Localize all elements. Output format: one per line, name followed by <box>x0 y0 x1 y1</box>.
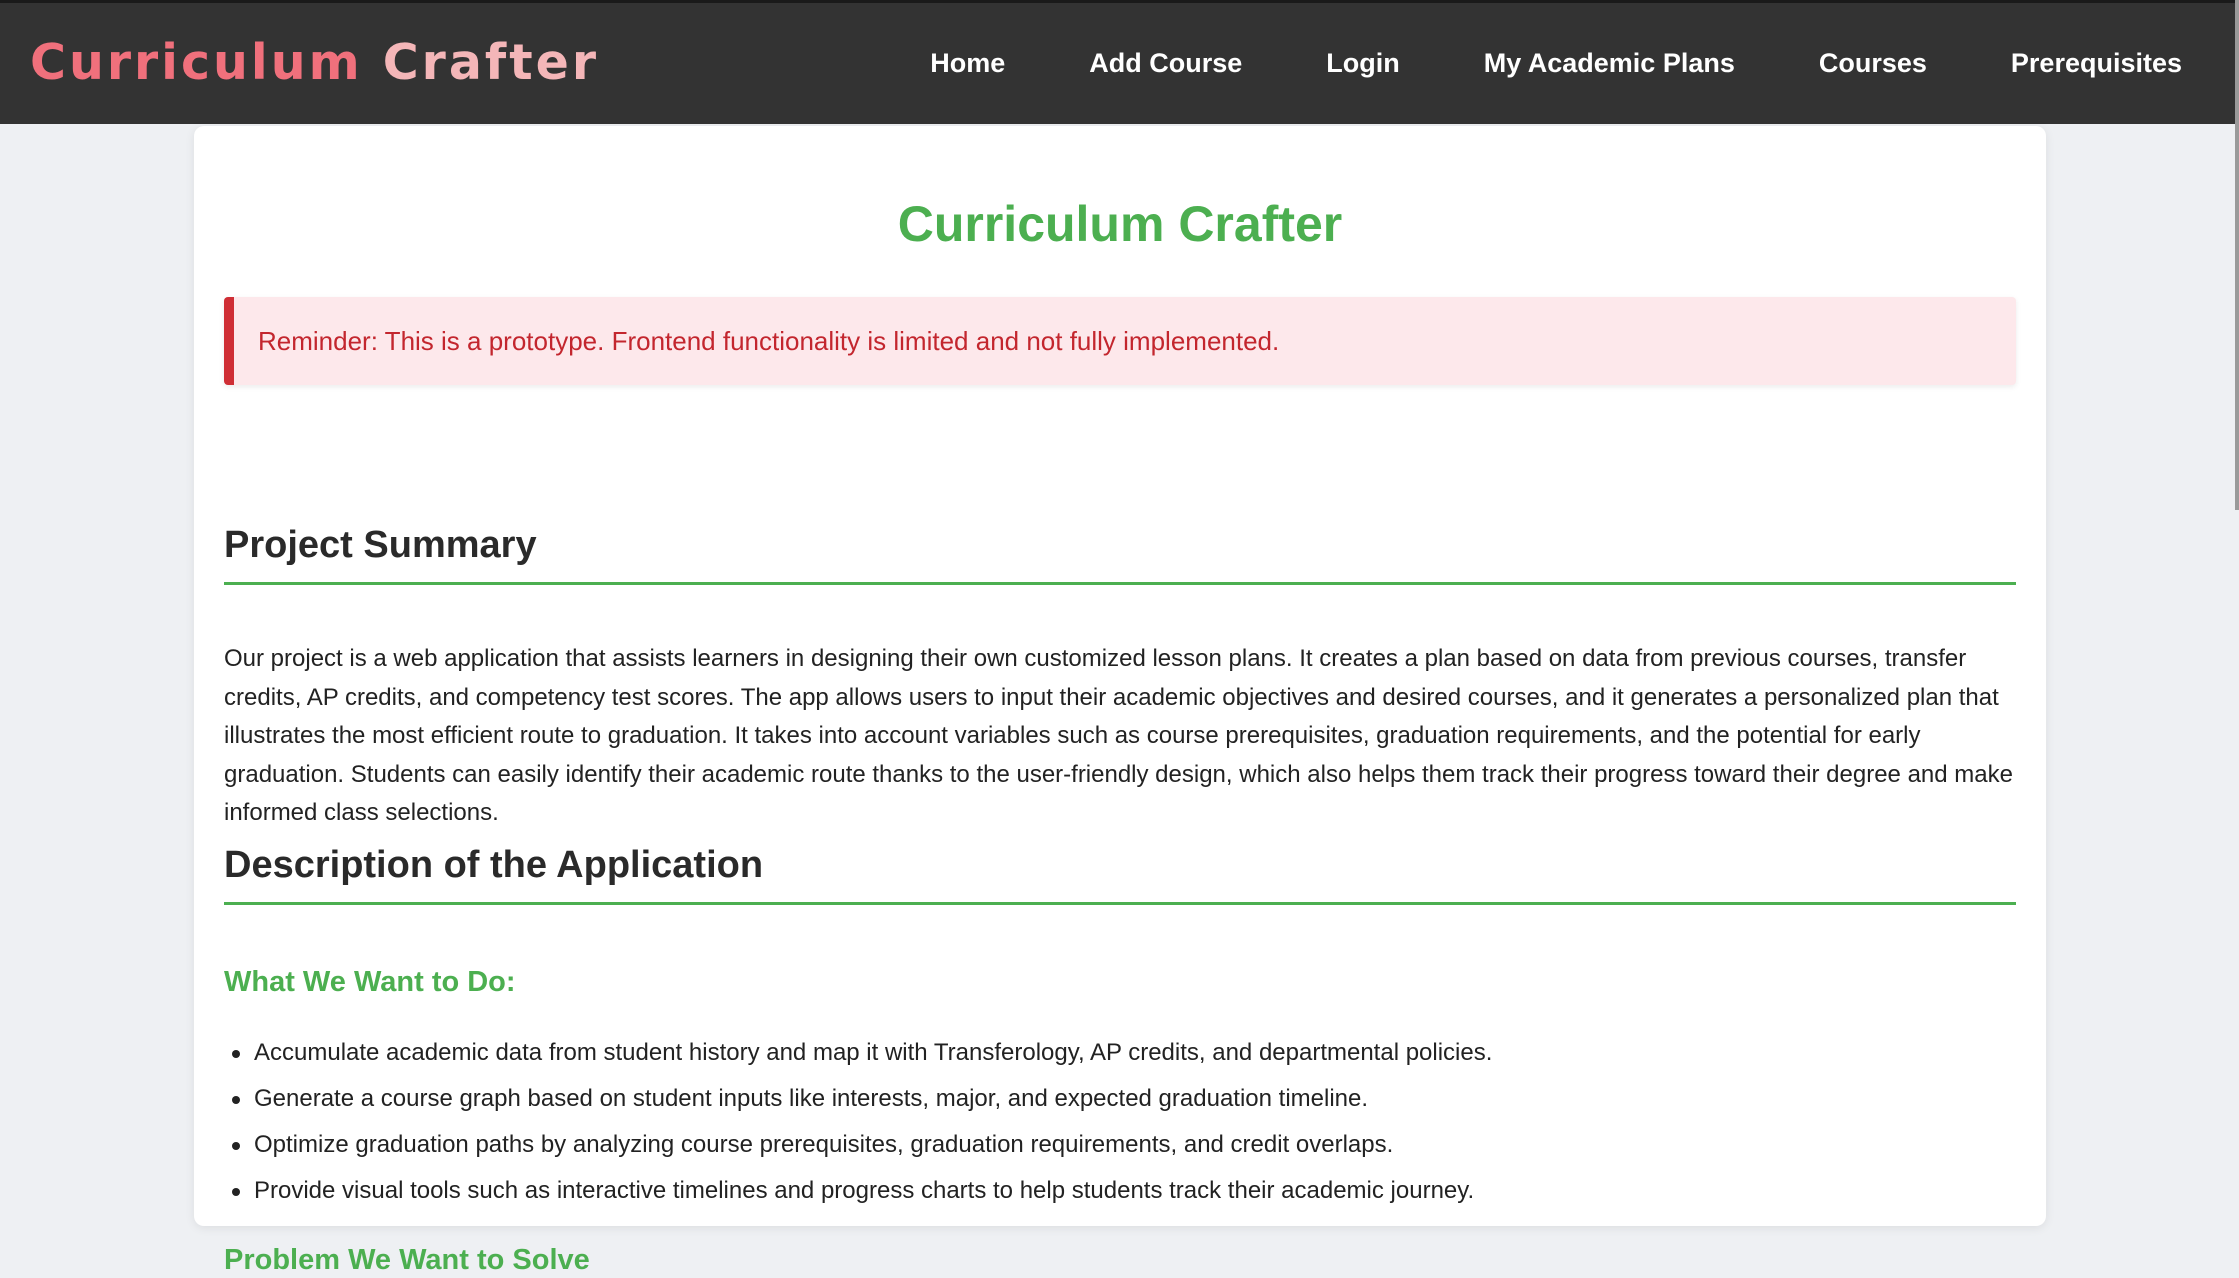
brand-name-part1: Curriculum <box>30 34 363 91</box>
list-item: Generate a course graph based on student… <box>224 1079 2019 1125</box>
goal-text: Accumulate academic data from student hi… <box>254 1039 1493 1066</box>
nav-link-prerequisites[interactable]: Prerequisites <box>2011 48 2182 79</box>
problem-heading: Problem We Want to Solve <box>224 1244 590 1276</box>
project-summary-heading: Project Summary <box>224 522 2016 585</box>
navbar: Curriculum Crafter Home Add Course Login… <box>0 0 2239 124</box>
goals-heading: What We Want to Do: <box>224 966 516 998</box>
bullet-icon <box>232 1188 240 1196</box>
bullet-icon <box>232 1050 240 1058</box>
description-heading: Description of the Application <box>224 842 2016 905</box>
nav-link-courses[interactable]: Courses <box>1819 48 1927 79</box>
goal-text: Provide visual tools such as interactive… <box>254 1177 1475 1204</box>
page-title: Curriculum Crafter <box>897 196 1343 252</box>
list-item: Accumulate academic data from student hi… <box>224 1033 2019 1079</box>
project-summary-text: Our project is a web application that as… <box>224 645 2013 826</box>
nav-link-add-course[interactable]: Add Course <box>1089 48 1242 79</box>
nav-link-home[interactable]: Home <box>930 48 1005 79</box>
list-item: Optimize graduation paths by analyzing c… <box>224 1125 2019 1171</box>
alert-message: Reminder: This is a prototype. Frontend … <box>258 326 1280 356</box>
goal-text: Optimize graduation paths by analyzing c… <box>254 1131 1394 1158</box>
brand-logo[interactable]: Curriculum Crafter <box>30 33 599 93</box>
goals-list: Accumulate academic data from student hi… <box>224 1033 2019 1217</box>
bullet-icon <box>232 1096 240 1104</box>
prototype-alert: Reminder: This is a prototype. Frontend … <box>224 297 2016 385</box>
goal-text: Generate a course graph based on student… <box>254 1085 1369 1112</box>
nav-link-my-academic-plans[interactable]: My Academic Plans <box>1484 48 1735 79</box>
main-content-card: Curriculum Crafter Reminder: This is a p… <box>194 126 2046 1276</box>
nav-links: Home Add Course Login My Academic Plans … <box>930 3 2239 124</box>
brand-name-part2: Crafter <box>382 34 600 91</box>
bullet-icon <box>232 1142 240 1150</box>
nav-link-login[interactable]: Login <box>1326 48 1399 79</box>
list-item: Provide visual tools such as interactive… <box>224 1171 2019 1217</box>
page-scrollbar[interactable] <box>2235 0 2239 510</box>
